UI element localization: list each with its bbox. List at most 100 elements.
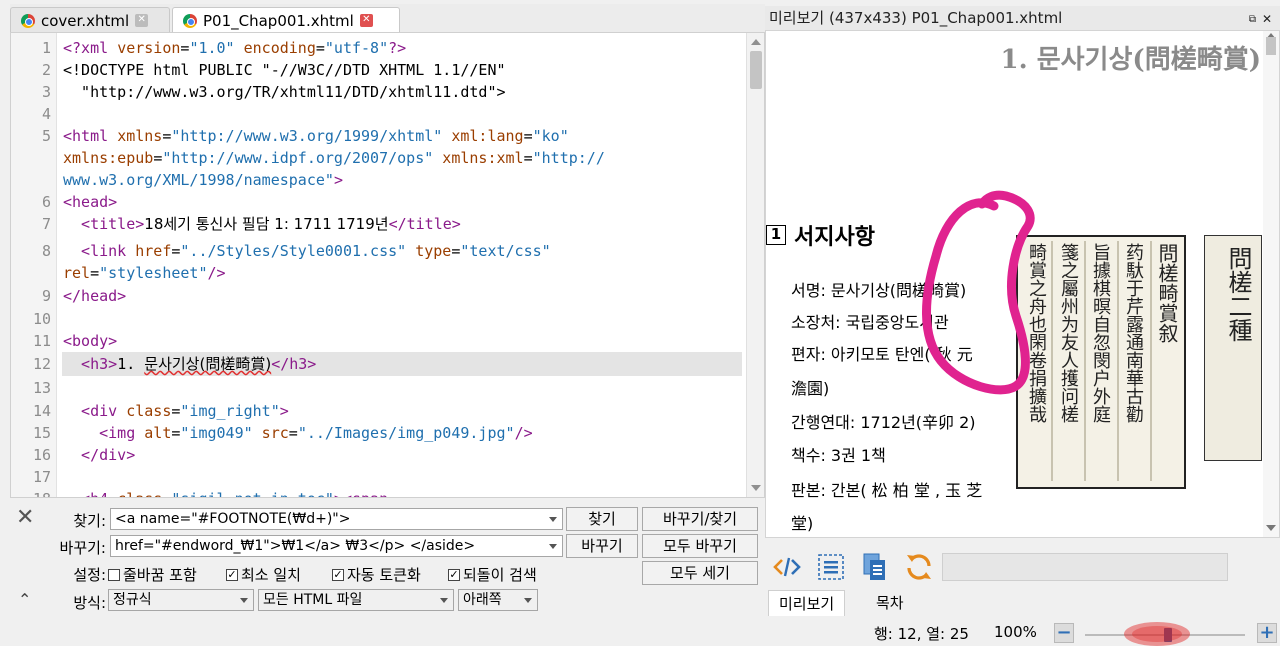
info-line: 서명: 문사기상(問槎畸賞)	[791, 281, 967, 300]
tab-preview[interactable]: 미리보기	[768, 590, 846, 616]
code-line: <link href="../Styles/Style0001.css" typ…	[63, 242, 551, 260]
code-line: <title>18세기 통신사 필담 1: 1711 1719년</title>	[63, 215, 461, 233]
chevron-down-icon	[549, 517, 557, 522]
section-title: 서지사항	[794, 225, 875, 250]
option-wrap-search[interactable]: ✓ 되돌이 검색	[448, 564, 537, 585]
code-line: <img alt="img049" src="../Images/img_p04…	[63, 424, 533, 442]
zoom-slider[interactable]	[1085, 628, 1245, 642]
zoom-level: 100%	[994, 623, 1037, 641]
zoom-slider-handle[interactable]	[1164, 628, 1173, 642]
code-line: <!DOCTYPE html PUBLIC "-//W3C//DTD XHTML…	[63, 61, 506, 79]
close-icon[interactable]: ✕	[1262, 7, 1272, 31]
line-number: 8	[41, 242, 51, 260]
chrome-icon	[183, 13, 197, 28]
zoom-out-button[interactable]: −	[1054, 623, 1074, 643]
info-line: 편자: 아키모토 탄엔( 秋 元	[791, 345, 973, 364]
option-minimal-match[interactable]: ✓ 최소 일치	[226, 564, 301, 585]
preview-url-field[interactable]	[942, 553, 1228, 581]
editor-tab-bar: cover.xhtml ✕ P01_Chap001.xhtml ✕	[10, 4, 765, 33]
option-multiline[interactable]: 줄바꿈 포함	[108, 564, 197, 585]
mode-label: 방식:	[73, 594, 106, 612]
section-number: 1	[766, 225, 786, 245]
code-editor[interactable]: 1 2 3 4 5 6 7 8 9 10 11 12 13 14 15 16 1…	[10, 32, 765, 498]
line-number: 9	[41, 287, 51, 305]
preview-scrollbar[interactable]	[1263, 31, 1279, 537]
scope-select[interactable]: 모든 HTML 파일	[258, 589, 454, 611]
replace-input[interactable]: href="#endword_₩1">₩1</a> ₩3</p> </aside…	[110, 535, 563, 557]
scroll-up-icon[interactable]	[751, 39, 761, 45]
line-number-gutter: 1 2 3 4 5 6 7 8 9 10 11 12 13 14 15 16 1…	[11, 33, 57, 497]
code-line: <?xml version="1.0" encoding="utf-8"?>	[63, 39, 407, 57]
line-number: 11	[32, 332, 51, 350]
code-line: <div class="img_right">	[63, 402, 289, 420]
scroll-down-icon[interactable]	[751, 485, 761, 491]
line-number: 10	[32, 310, 51, 328]
code-line: <h3>1. 문사기상(問槎畸賞)</h3>	[63, 355, 317, 373]
red-annotation-mark	[1124, 622, 1190, 646]
book-scan-image: 問槎畸賞叙 药馱于芹露通南華古勸 旨據棋暝自忽閔户外庭 箋之屬州为友人擭问槎 畸…	[1016, 235, 1186, 489]
close-icon[interactable]: ✕	[135, 14, 149, 27]
tab-p01-chap001[interactable]: P01_Chap001.xhtml ✕	[172, 7, 400, 33]
preview-header-title: 미리보기 (437x433) P01_Chap001.xhtml	[769, 9, 1063, 27]
info-line: 간행연대: 1712년(辛卯 2)	[791, 413, 976, 432]
zoom-in-button[interactable]: +	[1257, 623, 1277, 643]
book-column: 問槎畸賞叙	[1155, 243, 1179, 343]
tab-label: cover.xhtml	[41, 11, 130, 30]
code-line: <body>	[63, 332, 118, 350]
scroll-thumb	[1266, 37, 1276, 55]
code-line: </head>	[63, 287, 127, 305]
info-line: 판본: 간본( 松 柏 堂 , 玉 芝	[791, 481, 983, 500]
scroll-thumb[interactable]	[750, 51, 762, 89]
scroll-down-icon	[1266, 525, 1276, 531]
chevron-down-icon	[440, 598, 448, 603]
line-number: 6	[41, 193, 51, 211]
direction-select[interactable]: 아래쪽	[458, 589, 538, 611]
line-number: 1	[41, 39, 51, 57]
code-line: www.w3.org/XML/1998/namespace">	[63, 171, 343, 189]
replace-all-button[interactable]: 모두 바꾸기	[642, 534, 758, 558]
line-number: 3	[41, 83, 51, 101]
find-button[interactable]: 찾기	[566, 507, 638, 531]
copy-icon[interactable]	[860, 552, 890, 582]
line-number: 12	[32, 355, 51, 373]
preview-pane[interactable]: 1. 문사기상(問槎畸賞) 1 서지사항 서명: 문사기상(問槎畸賞) 소장처:…	[765, 30, 1280, 538]
find-label: 찾기:	[73, 512, 106, 530]
code-line: </div>	[63, 446, 136, 464]
find-input[interactable]: <a name="#FOOTNOTE(₩d+)">	[110, 508, 563, 530]
app-window: cover.xhtml ✕ P01_Chap001.xhtml ✕ 1 2 3 …	[0, 0, 1280, 646]
preview-h3: 1. 문사기상(問槎畸賞)	[1000, 45, 1261, 75]
chevron-down-icon	[240, 598, 248, 603]
line-number: 13	[32, 379, 51, 397]
line-number: 5	[41, 127, 51, 145]
line-number: 18	[11, 488, 51, 497]
book-column: 药馱于芹露通南華古勸	[1123, 243, 1144, 423]
status-bar: 행: 12, 열: 25 100% − +	[0, 620, 1280, 646]
line-number: 7	[41, 215, 51, 233]
code-line: <head>	[63, 193, 118, 211]
code-view-icon[interactable]	[772, 552, 802, 582]
count-all-button[interactable]: 모두 세기	[642, 561, 758, 585]
replace-find-button[interactable]: 바꾸기/찾기	[642, 507, 758, 531]
replace-button[interactable]: 바꾸기	[566, 534, 638, 558]
tab-cover[interactable]: cover.xhtml ✕	[10, 7, 170, 33]
code-area[interactable]: <?xml version="1.0" encoding="utf-8"?> <…	[59, 33, 747, 497]
mode-select[interactable]: 정규식	[108, 589, 254, 611]
cursor-position: 행: 12, 열: 25	[874, 625, 969, 643]
preview-header: 미리보기 (437x433) P01_Chap001.xhtml ⧉ ✕	[765, 6, 1280, 30]
float-icon[interactable]: ⧉	[1249, 8, 1256, 32]
book-cover-text: 問槎二種	[1224, 246, 1252, 342]
close-icon[interactable]: ✕	[359, 14, 373, 27]
code-line: <h4 class="sigil_not_in_toc"><span	[63, 488, 388, 497]
options-label: 설정:	[73, 566, 106, 584]
line-number: 17	[32, 468, 51, 486]
info-line: 소장처: 국립중앙도서관	[791, 313, 949, 332]
code-line: xmlns:epub="http://www.idpf.org/2007/ops…	[63, 149, 605, 167]
book-column: 畸賞之舟也閑卷捐擴哉	[1026, 243, 1047, 423]
replace-label: 바꾸기:	[59, 539, 106, 557]
book-column: 旨據棋暝自忽閔户外庭	[1090, 243, 1111, 423]
option-auto-tokenize[interactable]: ✓ 자동 토큰화	[332, 564, 421, 585]
editor-scrollbar[interactable]	[746, 33, 764, 497]
list-icon[interactable]	[816, 552, 846, 582]
tab-toc[interactable]: 목차	[866, 590, 914, 616]
refresh-icon[interactable]	[904, 552, 934, 582]
